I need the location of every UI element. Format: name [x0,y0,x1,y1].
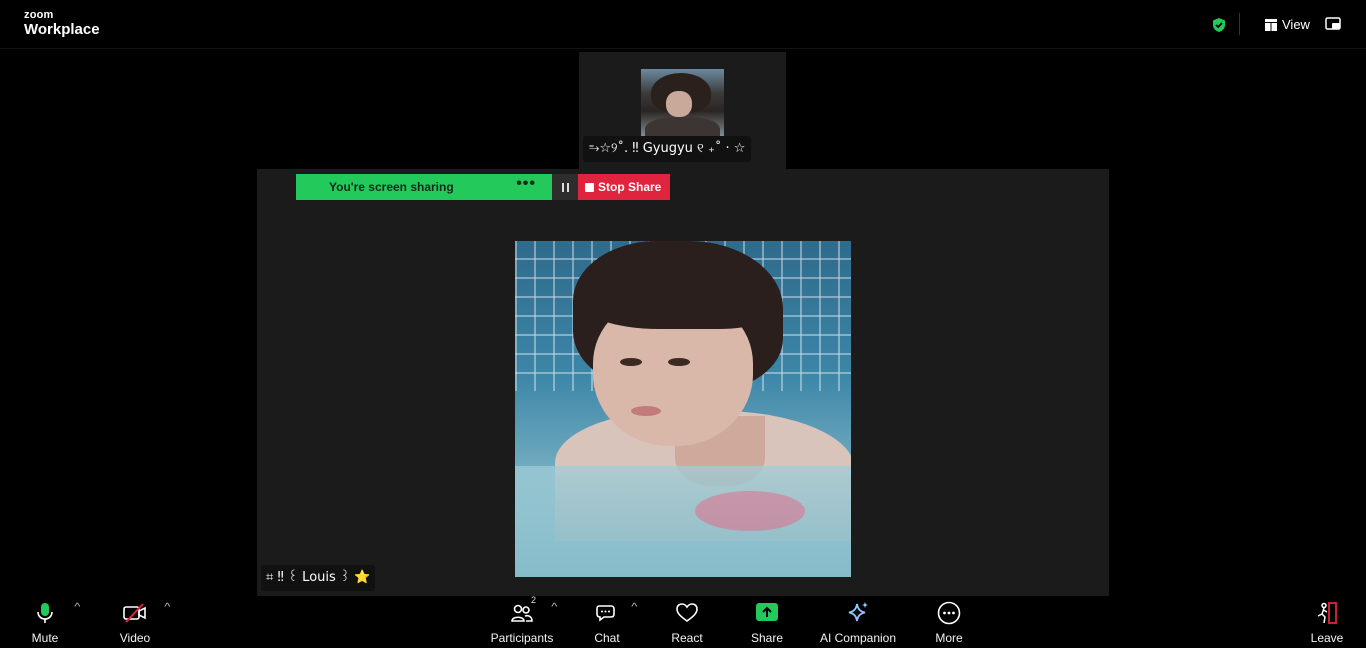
shared-screen-tile: You're screen sharing ••• Stop Share ⌗ ‼… [257,169,1109,596]
pause-icon-bar [561,182,564,192]
participant-thumbnail-image [641,69,724,139]
leave-door-icon [1317,602,1337,624]
participant-name-tag: ⥱☆୨˚. ‼ Gyugyu ୧ ₊˚ · ☆ [583,136,752,162]
mute-button[interactable]: Mute [10,600,80,645]
video-options-caret[interactable]: ^ [164,602,170,613]
chat-icon [596,605,615,622]
leave-label: Leave [1310,631,1344,645]
screen-sharing-status[interactable]: You're screen sharing ••• [296,174,552,200]
participants-button[interactable]: 2 Participants [487,595,557,645]
ai-companion-button[interactable]: AI Companion [818,600,898,645]
chat-label: Chat [594,631,620,645]
participants-count-badge: 2 [531,595,537,605]
ai-sparkle-icon [848,602,868,622]
self-name-tag: ⌗ ‼ ꒰ Louis ꒱ ⭐ [261,565,376,591]
video-off-icon [123,603,146,623]
top-bar: zoom Workplace View [0,0,1366,49]
grid-view-icon [1265,18,1277,31]
chat-options-caret[interactable]: ^ [631,602,637,613]
share-screen-icon [756,603,778,621]
mute-label: Mute [31,631,59,645]
pause-icon-bar [566,182,569,192]
screen-share-control-bar: You're screen sharing ••• Stop Share [296,174,670,200]
shared-photo [515,241,851,577]
stop-share-button[interactable]: Stop Share [578,174,670,200]
view-button[interactable]: View [1265,17,1310,32]
participant-thumbnail-tile[interactable]: ⥱☆୨˚. ‼ Gyugyu ୧ ₊˚ · ☆ [579,52,786,170]
more-icon [937,601,961,625]
zoom-workplace-logo: zoom Workplace [24,9,100,38]
pause-share-button[interactable] [552,174,578,200]
share-label: Share [750,631,784,645]
share-screen-button[interactable]: Share [732,600,802,645]
more-button[interactable]: More [914,600,984,645]
video-label: Video [119,631,151,645]
react-label: React [671,631,703,645]
more-label: More [935,631,963,645]
ai-companion-label: AI Companion [819,631,897,645]
meeting-toolbar: Mute ^ Video ^ 2 Participants ^ Chat ^ R… [0,595,1366,648]
picture-in-picture-icon[interactable] [1325,17,1341,31]
view-label: View [1282,17,1310,32]
participants-label: Participants [490,631,554,645]
brand-zoom: zoom [24,9,54,21]
leave-button[interactable]: Leave [1292,600,1362,645]
participants-options-caret[interactable]: ^ [551,602,557,613]
meeting-stage: ⥱☆୨˚. ‼ Gyugyu ୧ ₊˚ · ☆ You're screen sh… [0,49,1366,596]
stop-share-label: Stop Share [598,180,662,194]
react-button[interactable]: React [652,600,722,645]
shield-check-icon[interactable] [1211,17,1227,33]
screen-sharing-label: You're screen sharing [329,180,454,194]
share-more-options-icon[interactable]: ••• [516,176,536,192]
microphone-icon [37,603,53,623]
stop-icon [585,182,594,192]
brand-workplace: Workplace [24,21,100,38]
start-video-button[interactable]: Video [100,600,170,645]
heart-icon [676,603,698,622]
audio-options-caret[interactable]: ^ [74,602,80,613]
top-divider [1239,13,1240,35]
